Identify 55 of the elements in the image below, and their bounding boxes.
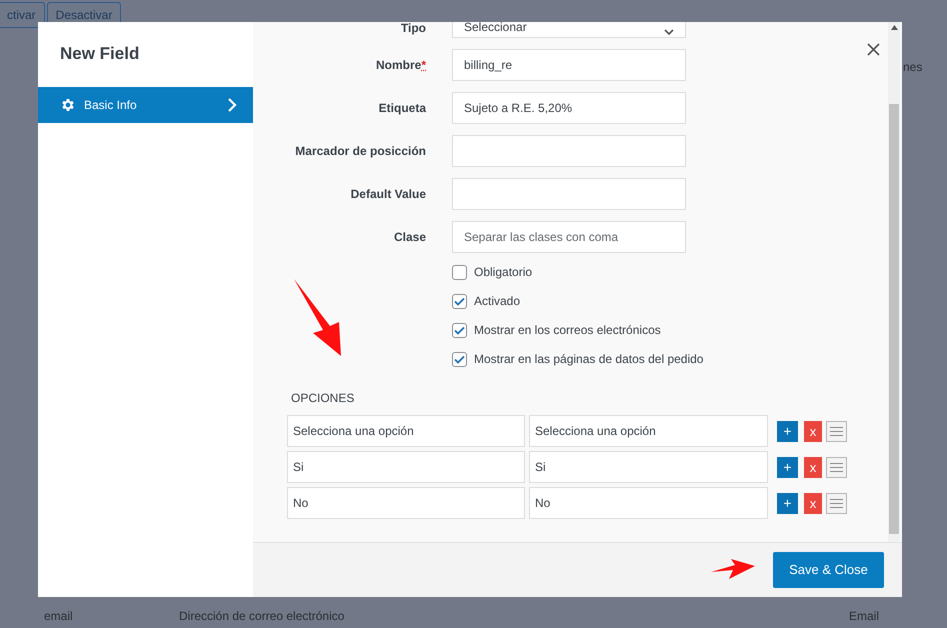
arrow-drawing xyxy=(711,559,755,581)
remove-button[interactable]: x xyxy=(804,456,822,478)
option-label-field[interactable]: Selecciona una opción xyxy=(529,415,768,447)
table-cell-text: email xyxy=(44,608,73,625)
option-label-field[interactable]: Si xyxy=(529,451,768,483)
option-value-field[interactable]: Selecciona una opción xyxy=(287,415,525,447)
option-value-field[interactable]: No xyxy=(287,487,525,519)
chevron-right-icon xyxy=(227,98,237,112)
checkbox-label: Obligatorio xyxy=(474,264,532,281)
input-field[interactable] xyxy=(452,178,686,210)
input-field[interactable] xyxy=(452,135,686,167)
table-cell-text: Dirección de correo electrónico xyxy=(179,608,344,625)
drag-handle[interactable] xyxy=(826,456,847,478)
gear-icon xyxy=(60,97,76,113)
remove-button[interactable]: x xyxy=(804,492,822,514)
add-button[interactable]: + xyxy=(777,420,798,442)
checkbox-label: Mostrar en los correos electrónicos xyxy=(474,322,661,339)
background-button[interactable]: ctivar xyxy=(0,2,45,28)
option-value-field[interactable]: Si xyxy=(287,451,525,483)
add-button[interactable]: + xyxy=(777,492,798,514)
drag-handle[interactable] xyxy=(826,420,847,442)
menu-icon xyxy=(830,426,843,436)
sidebar-item[interactable]: Basic Info xyxy=(38,87,253,123)
field-label: Tipo xyxy=(400,22,426,37)
chevron-down-icon xyxy=(664,29,674,36)
scroll-up-icon xyxy=(890,25,898,30)
checkbox-label: Mostrar en las páginas de datos del pedido xyxy=(474,351,704,368)
checkbox[interactable] xyxy=(452,264,467,280)
menu-icon xyxy=(830,498,843,508)
section-title: OPCIONES xyxy=(291,390,356,407)
scrollbar-thumb[interactable] xyxy=(889,104,899,534)
checkbox[interactable] xyxy=(452,352,467,366)
drag-handle[interactable] xyxy=(826,492,847,514)
save-close-button[interactable]: Save & Close xyxy=(773,552,884,588)
scrollbar[interactable] xyxy=(888,22,900,542)
field-label: Clase xyxy=(392,229,426,246)
option-label-field[interactable]: No xyxy=(529,487,768,519)
column-heading: nes xyxy=(903,59,922,76)
checkbox[interactable] xyxy=(452,294,467,308)
field-label: Nombre* xyxy=(374,57,426,74)
table-cell-text: Email xyxy=(849,608,880,625)
checkbox-label: Activado xyxy=(474,293,520,310)
field-label: Marcador de posicción xyxy=(294,143,426,160)
menu-icon xyxy=(830,462,843,472)
input-field[interactable]: billing_re xyxy=(452,49,686,81)
field-label: Etiqueta xyxy=(378,100,426,117)
close-icon xyxy=(866,42,880,56)
input-field[interactable]: Separar las clases con coma xyxy=(452,221,686,253)
select-field[interactable]: Seleccionar xyxy=(452,22,686,38)
dialog-title: New Field xyxy=(59,43,140,65)
checkbox[interactable] xyxy=(452,322,467,338)
add-button[interactable]: + xyxy=(777,456,798,478)
field-label: Default Value xyxy=(350,186,426,203)
remove-button[interactable]: x xyxy=(804,420,822,442)
input-field[interactable]: Sujeto a R.E. 5,20% xyxy=(452,92,686,124)
